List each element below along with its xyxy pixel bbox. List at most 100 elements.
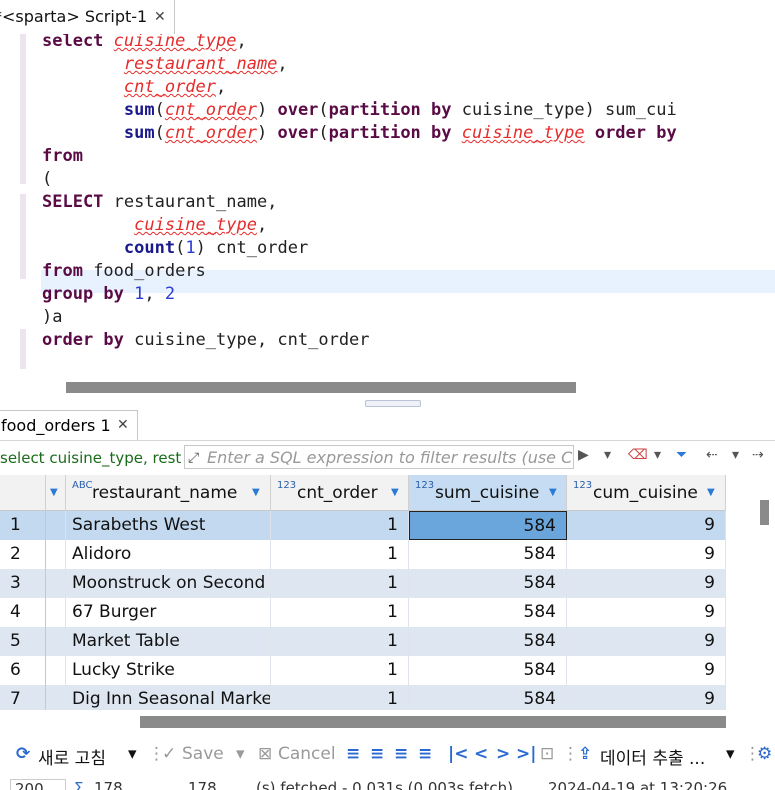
refresh-dropdown-icon[interactable]: ▾ — [128, 744, 137, 764]
row-spacer[interactable] — [46, 569, 66, 598]
gear-icon[interactable]: ⚙ — [757, 744, 772, 764]
cell-cnt-order[interactable]: 1 — [271, 685, 409, 710]
table-row[interactable]: 4 67 Burger 1 584 9 — [0, 598, 726, 627]
row-number[interactable]: 2 — [0, 540, 46, 569]
cell-sum-cuisine[interactable]: 584 — [409, 598, 567, 627]
cell-restaurant-name[interactable]: Dig Inn Seasonal Market — [66, 685, 271, 710]
sql-editor[interactable]: select cuisine_type, restaurant_name, cn… — [0, 34, 775, 376]
forward-arrow-icon[interactable]: ⇢ — [752, 447, 764, 463]
cell-cum-cuisine[interactable]: 9 — [567, 656, 726, 685]
cell-sum-cuisine[interactable]: 584 — [409, 685, 567, 710]
table-row[interactable]: 2 Alidoro 1 584 9 — [0, 540, 726, 569]
cell-cnt-order[interactable]: 1 — [271, 569, 409, 598]
cell-sum-cuisine[interactable]: 584 — [409, 569, 567, 598]
apply-filter-icon[interactable]: ▶ — [578, 447, 589, 463]
grid-horizontal-scrollbar[interactable] — [140, 716, 726, 728]
cell-cnt-order[interactable]: 1 — [271, 598, 409, 627]
row-spacer[interactable] — [46, 656, 66, 685]
sort-icon[interactable]: ▼ — [391, 475, 399, 510]
column-header-restaurant-name[interactable]: ABC restaurant_name ▼ — [66, 475, 271, 511]
first-page-icon[interactable]: |< — [448, 744, 468, 764]
cell-sum-cuisine[interactable]: 584 — [409, 540, 567, 569]
cell-restaurant-name[interactable]: Alidoro — [66, 540, 271, 569]
row-number[interactable]: 1 — [0, 511, 46, 540]
cell-restaurant-name[interactable]: Market Table — [66, 627, 271, 656]
row-spacer[interactable] — [46, 627, 66, 656]
delete-row-icon[interactable]: ≡ — [418, 744, 432, 764]
table-row[interactable]: 7 Dig Inn Seasonal Market 1 584 9 — [0, 685, 726, 710]
tab-results[interactable]: food_orders 1 ✕ — [0, 410, 138, 440]
row-spacer[interactable] — [46, 685, 66, 710]
erase-filter-icon[interactable]: ⌫ — [628, 447, 648, 463]
cell-restaurant-name[interactable]: Moonstruck on Second — [66, 569, 271, 598]
cell-cum-cuisine[interactable]: 9 — [567, 598, 726, 627]
cell-sum-cuisine[interactable]: 584 — [409, 511, 567, 540]
row-number-header[interactable] — [0, 475, 46, 511]
funnel-icon[interactable]: ⏷ — [676, 447, 687, 463]
add-row-icon[interactable]: ≡ — [370, 744, 384, 764]
export-icon[interactable]: ⇪ — [578, 744, 592, 764]
cell-restaurant-name[interactable]: Sarabeths West — [66, 511, 271, 540]
close-icon[interactable]: ✕ — [154, 0, 166, 34]
export-button[interactable]: 데이터 추출 ... — [600, 744, 705, 769]
back-arrow-icon[interactable]: ⇠ — [706, 447, 718, 463]
row-spacer[interactable] — [46, 598, 66, 627]
row-number[interactable]: 4 — [0, 598, 46, 627]
tab-script-1[interactable]: *<sparta> Script-1 ✕ — [0, 0, 175, 34]
copy-row-icon[interactable]: ≡ — [394, 744, 408, 764]
filter-history-dropdown-icon[interactable]: ▾ — [604, 447, 611, 463]
next-page-icon[interactable]: > — [496, 744, 510, 764]
cell-restaurant-name[interactable]: 67 Burger — [66, 598, 271, 627]
cell-cnt-order[interactable]: 1 — [271, 656, 409, 685]
refresh-icon[interactable]: ⟳ — [16, 744, 30, 764]
fetch-all-icon[interactable]: ⊡ — [540, 744, 554, 764]
cell-cum-cuisine[interactable]: 9 — [567, 511, 726, 540]
row-spacer[interactable] — [46, 511, 66, 540]
refresh-button[interactable]: 새로 고침 — [38, 744, 106, 769]
row-number[interactable]: 6 — [0, 656, 46, 685]
table-row[interactable]: 3 Moonstruck on Second 1 584 9 — [0, 569, 726, 598]
sort-icon[interactable]: ▼ — [549, 475, 557, 510]
editor-horizontal-scrollbar[interactable] — [66, 382, 576, 393]
save-dropdown-icon[interactable]: ▾ — [236, 744, 245, 764]
panel-splitter[interactable] — [0, 398, 775, 408]
history-dropdown-icon[interactable]: ▾ — [732, 447, 739, 463]
cell-sum-cuisine[interactable]: 584 — [409, 627, 567, 656]
cell-sum-cuisine[interactable]: 584 — [409, 656, 567, 685]
select-all-header[interactable]: ▼ — [46, 475, 66, 511]
export-dropdown-icon[interactable]: ▾ — [726, 744, 735, 764]
column-header-sum-cuisine[interactable]: 123 sum_cuisine ▼ — [409, 475, 567, 511]
table-row[interactable]: 6 Lucky Strike 1 584 9 — [0, 656, 726, 685]
close-icon[interactable]: ✕ — [117, 411, 129, 440]
query-text-link[interactable]: select cuisine_type, restaurant_name — [0, 449, 182, 467]
cell-restaurant-name[interactable]: Lucky Strike — [66, 656, 271, 685]
row-number[interactable]: 5 — [0, 627, 46, 656]
fetch-size-input[interactable]: 200 — [10, 779, 66, 790]
sort-icon[interactable]: ▼ — [252, 475, 260, 510]
cell-cnt-order[interactable]: 1 — [271, 511, 409, 540]
cell-cnt-order[interactable]: 1 — [271, 627, 409, 656]
cancel-button[interactable]: Cancel — [278, 744, 336, 764]
prev-page-icon[interactable]: < — [474, 744, 488, 764]
row-number[interactable]: 3 — [0, 569, 46, 598]
column-header-cnt-order[interactable]: 123 cnt_order ▼ — [271, 475, 409, 511]
expand-icon[interactable]: ⤢ — [188, 446, 199, 468]
table-row[interactable]: 5 Market Table 1 584 9 — [0, 627, 726, 656]
column-header-cum-cuisine[interactable]: 123 cum_cuisine ▼ — [567, 475, 726, 511]
cell-cum-cuisine[interactable]: 9 — [567, 540, 726, 569]
table-row[interactable]: 1 Sarabeths West 1 584 9 — [0, 511, 726, 540]
last-page-icon[interactable]: >| — [516, 744, 536, 764]
sort-icon[interactable]: ▼ — [707, 475, 715, 510]
filter-options-icon[interactable]: ▾ — [654, 447, 661, 463]
cell-cum-cuisine[interactable]: 9 — [567, 627, 726, 656]
splitter-grip-icon[interactable] — [365, 400, 421, 407]
cell-cum-cuisine[interactable]: 9 — [567, 685, 726, 710]
cell-cum-cuisine[interactable]: 9 — [567, 569, 726, 598]
save-button[interactable]: Save — [182, 744, 224, 764]
edit-row-icon[interactable]: ≡ — [346, 744, 360, 764]
filter-input[interactable]: ⤢ Enter a SQL expression to filter resul… — [184, 445, 574, 469]
cell-cnt-order[interactable]: 1 — [271, 540, 409, 569]
grid-vertical-scrollbar[interactable] — [760, 500, 769, 525]
row-number[interactable]: 7 — [0, 685, 46, 710]
row-spacer[interactable] — [46, 540, 66, 569]
